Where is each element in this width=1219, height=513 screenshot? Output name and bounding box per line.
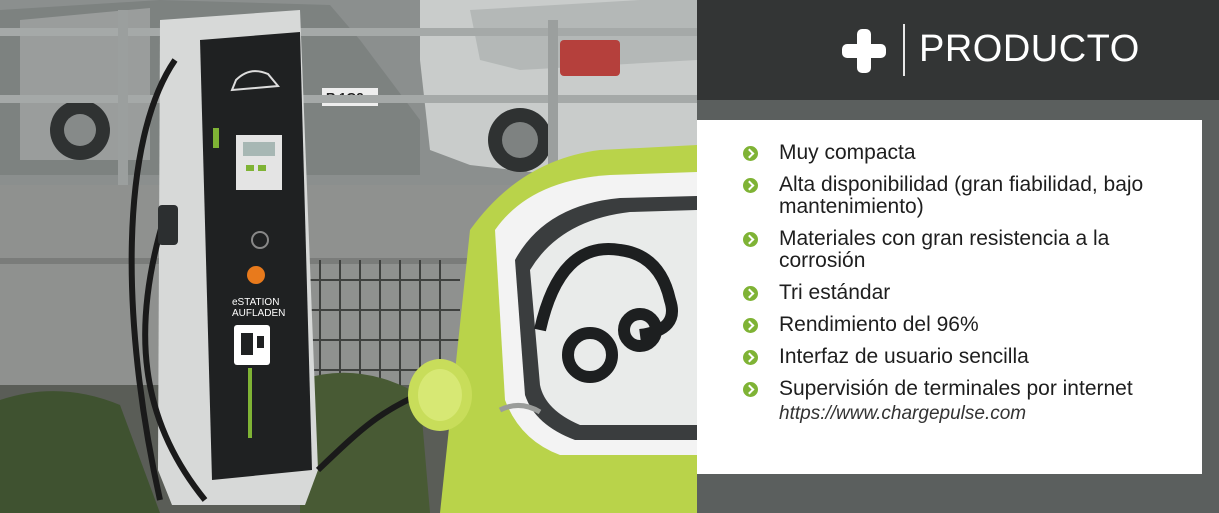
header-title: PRODUCTO (919, 28, 1140, 70)
charging-station-photo: R 1G2 eSTATION AUFLADEN (0, 0, 697, 513)
feature-text: Rendimiento del 96% (779, 313, 979, 336)
feature-list: Muy compacta Alta disponibilidad (gran f… (743, 142, 1193, 435)
bullet-arrow-icon (743, 146, 758, 161)
bullet-arrow-icon (743, 318, 758, 333)
feature-text: Tri estándar (779, 281, 891, 304)
bullet-arrow-icon (743, 286, 758, 301)
features-panel: Muy compacta Alta disponibilidad (gran f… (697, 120, 1202, 474)
feature-text: Interfaz de usuario sencilla (779, 345, 1029, 368)
bullet-arrow-icon (743, 178, 758, 193)
feature-item: Interfaz de usuario sencilla (743, 346, 1193, 368)
bullet-arrow-icon (743, 382, 758, 397)
feature-text: Muy compacta (779, 141, 916, 164)
feature-text: Alta disponibilidad (gran fiabilidad, ba… (779, 173, 1144, 218)
feature-item: Supervisión de terminales por internet h… (743, 378, 1193, 425)
feature-text: Supervisión de terminales por internet (779, 377, 1133, 400)
station-label-1: eSTATION (232, 297, 279, 308)
header-bar: PRODUCTO (697, 0, 1219, 100)
feature-item: Alta disponibilidad (gran fiabilidad, ba… (743, 174, 1193, 218)
header-divider (903, 24, 905, 76)
product-banner: R 1G2 eSTATION AUFLADEN (0, 0, 1219, 513)
plus-icon (842, 29, 886, 73)
feature-item: Tri estándar (743, 282, 1193, 304)
website-link[interactable]: https://www.chargepulse.com (779, 403, 1193, 425)
feature-text: Materiales con gran resistencia a la cor… (779, 227, 1110, 272)
feature-item: Rendimiento del 96% (743, 314, 1193, 336)
feature-item: Materiales con gran resistencia a la cor… (743, 228, 1193, 272)
feature-item: Muy compacta (743, 142, 1193, 164)
station-label-2: AUFLADEN (232, 308, 285, 319)
bullet-arrow-icon (743, 232, 758, 247)
bullet-arrow-icon (743, 350, 758, 365)
